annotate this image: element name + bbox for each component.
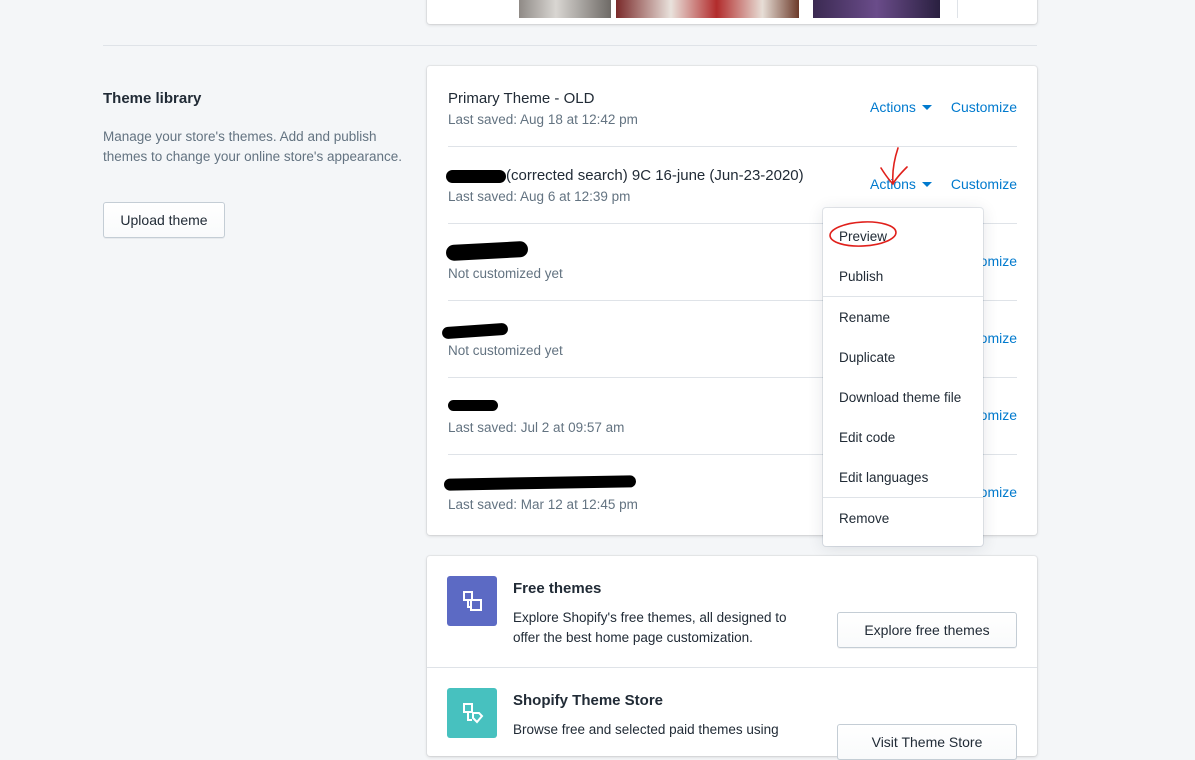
actions-button[interactable]: Actions <box>870 99 932 115</box>
redaction-mark <box>446 170 506 183</box>
menu-divider <box>823 497 983 498</box>
preview-thumb-2 <box>519 0 611 18</box>
actions-label: Actions <box>870 99 916 115</box>
redaction-mark <box>445 240 529 262</box>
menu-item-rename[interactable]: Rename <box>839 310 890 325</box>
preview-thumb-5 <box>957 0 1037 18</box>
explore-free-themes-button[interactable]: Explore free themes <box>837 612 1017 648</box>
theme-meta: Last saved: Aug 18 at 12:42 pm <box>448 112 638 127</box>
theme-row: Primary Theme - OLD Last saved: Aug 18 a… <box>448 66 1017 143</box>
promo-divider <box>427 667 1037 668</box>
menu-item-edit-languages[interactable]: Edit languages <box>839 470 928 485</box>
theme-store-description: Browse free and selected paid themes usi… <box>513 722 779 737</box>
actions-button[interactable]: Actions <box>870 176 932 192</box>
preview-thumb-3 <box>616 0 799 18</box>
preview-thumb-4 <box>813 0 940 18</box>
actions-dropdown: Preview Publish Rename Duplicate Downloa… <box>823 208 983 546</box>
redaction-mark <box>443 475 637 491</box>
caret-down-icon <box>921 104 932 110</box>
menu-item-preview[interactable]: Preview <box>839 229 887 244</box>
current-theme-card <box>427 0 1037 24</box>
menu-item-duplicate[interactable]: Duplicate <box>839 350 895 365</box>
theme-sources-card: Free themes Explore Shopify's free theme… <box>427 556 1037 760</box>
menu-item-publish[interactable]: Publish <box>839 269 883 284</box>
menu-item-edit-code[interactable]: Edit code <box>839 430 895 445</box>
menu-item-remove[interactable]: Remove <box>839 511 889 526</box>
section-description: Manage your store's themes. Add and publ… <box>103 129 403 164</box>
redaction-mark <box>441 322 509 340</box>
theme-meta: Not customized yet <box>448 343 563 358</box>
theme-name: Primary Theme - OLD <box>448 90 595 107</box>
theme-meta: Last saved: Jul 2 at 09:57 am <box>448 420 625 435</box>
customize-link[interactable]: Customize <box>951 99 1017 115</box>
menu-item-download[interactable]: Download theme file <box>839 390 961 405</box>
theme-meta: Last saved: Mar 12 at 12:45 pm <box>448 497 638 512</box>
section-title: Theme library <box>103 90 202 107</box>
redaction-mark <box>448 400 498 411</box>
theme-meta: Last saved: Aug 6 at 12:39 pm <box>448 189 631 204</box>
caret-down-icon <box>921 181 932 187</box>
preview-thumb-1 <box>427 0 505 18</box>
theme-name: (corrected search) 9C 16-june (Jun-23-20… <box>506 167 804 184</box>
theme-store-title: Shopify Theme Store <box>513 692 664 709</box>
customize-link[interactable]: Customize <box>951 176 1017 192</box>
theme-store-icon <box>447 688 497 738</box>
visit-theme-store-button[interactable]: Visit Theme Store <box>837 724 1017 760</box>
free-themes-icon <box>447 576 497 626</box>
theme-meta: Not customized yet <box>448 266 563 281</box>
upload-theme-button[interactable]: Upload theme <box>103 202 225 238</box>
free-themes-title: Free themes <box>513 580 602 597</box>
menu-divider <box>823 296 983 297</box>
free-themes-description: Explore Shopify's free themes, all desig… <box>513 610 787 645</box>
section-divider <box>103 45 1037 46</box>
actions-label: Actions <box>870 176 916 192</box>
